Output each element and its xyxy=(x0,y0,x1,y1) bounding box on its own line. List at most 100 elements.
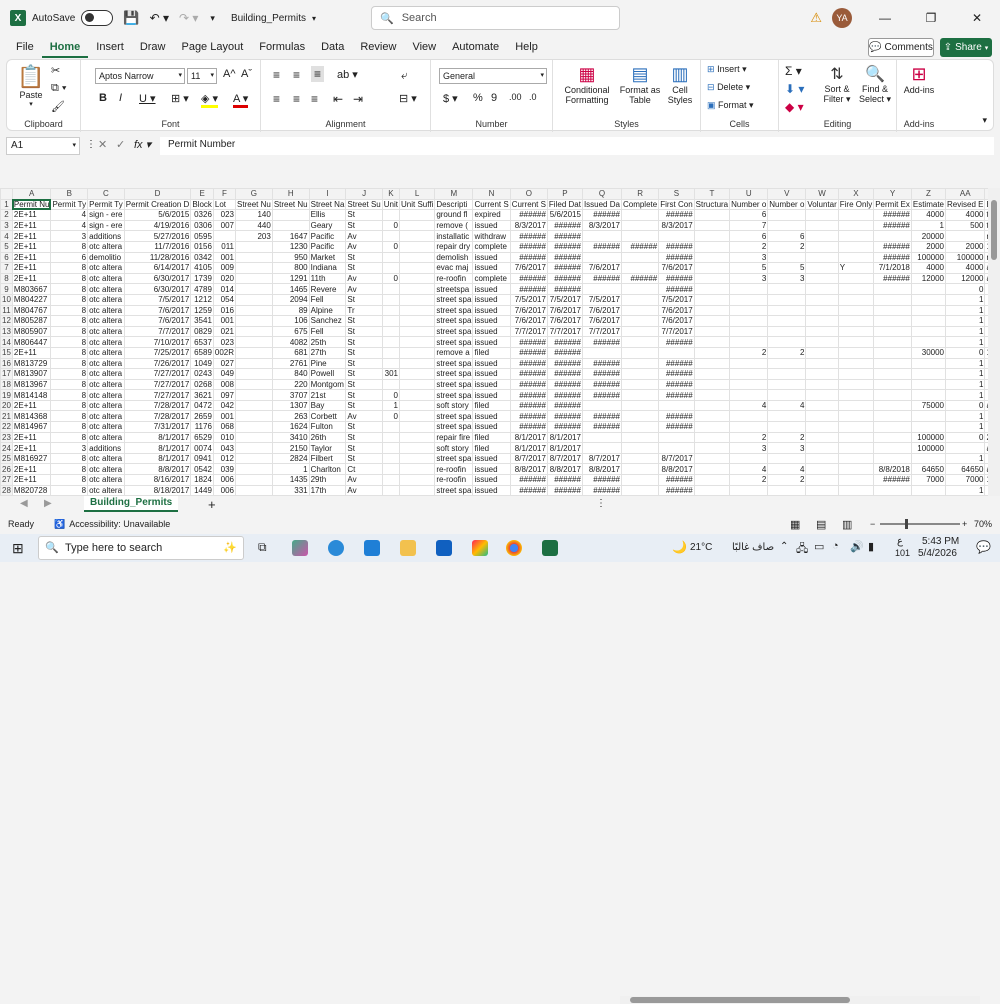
cell[interactable]: Street Nu xyxy=(272,199,309,210)
row-header[interactable]: 13 xyxy=(1,326,13,337)
cell[interactable] xyxy=(838,305,873,316)
cell[interactable] xyxy=(236,294,273,305)
cell[interactable] xyxy=(806,210,838,221)
cell[interactable] xyxy=(621,443,658,454)
cell[interactable]: 0326 xyxy=(191,210,214,221)
cell[interactable]: 64650 xyxy=(946,464,985,475)
cell[interactable] xyxy=(382,252,399,263)
cell[interactable]: 2 xyxy=(730,241,768,252)
cell[interactable]: M805907 xyxy=(12,326,51,337)
find-select-button[interactable]: 🔍 Find & Select ▾ xyxy=(857,64,893,105)
clock-time[interactable]: 5:43 PM xyxy=(922,536,959,547)
cell[interactable]: 26th xyxy=(309,432,346,443)
cell[interactable]: 2824 xyxy=(272,453,309,464)
cell[interactable]: 6/30/2017 xyxy=(124,284,191,295)
cell[interactable]: St xyxy=(346,220,382,231)
cell[interactable] xyxy=(730,485,768,496)
cell[interactable] xyxy=(400,485,435,496)
cell[interactable] xyxy=(806,263,838,274)
cell[interactable] xyxy=(806,273,838,284)
cell[interactable]: 75000 xyxy=(911,400,945,411)
cell[interactable] xyxy=(838,485,873,496)
cell[interactable]: street spa xyxy=(435,358,473,369)
cell[interactable] xyxy=(236,263,273,274)
cell[interactable]: 7/27/2017 xyxy=(124,379,191,390)
cell[interactable]: otc altera xyxy=(88,284,125,295)
cell[interactable]: Complete xyxy=(621,199,658,210)
cell[interactable]: Street Su xyxy=(346,199,382,210)
cell[interactable]: ###### xyxy=(659,337,694,348)
cell[interactable] xyxy=(838,294,873,305)
cell[interactable]: 0 xyxy=(382,273,399,284)
align-top-icon[interactable]: ≡ xyxy=(273,68,280,82)
cell[interactable] xyxy=(874,453,912,464)
cell[interactable]: Permit Nu xyxy=(12,199,51,210)
cell[interactable]: re-roofin xyxy=(435,273,473,284)
cell[interactable] xyxy=(694,390,729,401)
cell[interactable]: issued xyxy=(473,464,510,475)
cell[interactable]: Ellis xyxy=(309,210,346,221)
cell[interactable]: 0542 xyxy=(191,464,214,475)
cell[interactable]: 0268 xyxy=(191,379,214,390)
cell[interactable]: 89 xyxy=(272,305,309,316)
cell[interactable] xyxy=(838,358,873,369)
cell[interactable]: ###### xyxy=(547,422,582,433)
cell[interactable] xyxy=(382,231,399,242)
cell[interactable] xyxy=(838,453,873,464)
cell[interactable] xyxy=(400,369,435,380)
cell[interactable]: 1 xyxy=(946,411,985,422)
cell[interactable]: ###### xyxy=(582,422,621,433)
cell[interactable]: St xyxy=(346,263,382,274)
cell[interactable] xyxy=(911,337,945,348)
cell[interactable] xyxy=(272,220,309,231)
cell[interactable] xyxy=(730,453,768,464)
cell[interactable]: 8 xyxy=(51,263,88,274)
cell[interactable] xyxy=(621,316,658,327)
cell[interactable]: 8/1/2017 xyxy=(510,443,547,454)
cell[interactable]: otc altera xyxy=(88,400,125,411)
cell[interactable] xyxy=(806,347,838,358)
cell[interactable]: 8/8/2017 xyxy=(659,464,694,475)
cell[interactable]: 4 xyxy=(730,400,768,411)
cell[interactable]: ###### xyxy=(621,273,658,284)
cell[interactable]: complete xyxy=(473,273,510,284)
cell[interactable]: ###### xyxy=(582,390,621,401)
cell[interactable]: street spa xyxy=(435,379,473,390)
cell[interactable]: 8 xyxy=(51,485,88,496)
column-header[interactable]: N xyxy=(473,189,510,200)
cell[interactable]: otc altera xyxy=(88,475,125,486)
cell[interactable] xyxy=(694,252,729,263)
cell[interactable]: 3 xyxy=(51,443,88,454)
cell[interactable]: 3 xyxy=(730,273,768,284)
row-header[interactable]: 9 xyxy=(1,284,13,295)
zoom-out-icon[interactable]: − xyxy=(870,519,875,529)
cell[interactable]: 0 xyxy=(382,390,399,401)
cell[interactable]: issued xyxy=(473,220,510,231)
cell[interactable] xyxy=(874,400,912,411)
cell[interactable]: otc altera xyxy=(88,464,125,475)
cell[interactable] xyxy=(806,464,838,475)
cell[interactable]: street spa xyxy=(435,411,473,422)
cell[interactable]: ###### xyxy=(582,369,621,380)
cell[interactable] xyxy=(806,390,838,401)
cell[interactable]: filed xyxy=(473,400,510,411)
cell[interactable]: 009 xyxy=(213,263,235,274)
cell[interactable] xyxy=(838,475,873,486)
cell[interactable]: 800 xyxy=(272,263,309,274)
cell[interactable] xyxy=(911,453,945,464)
cell[interactable] xyxy=(621,220,658,231)
cell[interactable]: 1212 xyxy=(191,294,214,305)
cell[interactable]: otc altera xyxy=(88,337,125,348)
cell[interactable]: 1 xyxy=(911,220,945,231)
cell[interactable]: St xyxy=(346,347,382,358)
cell[interactable] xyxy=(694,337,729,348)
cell[interactable] xyxy=(236,464,273,475)
cell[interactable]: 100000 xyxy=(911,432,945,443)
prev-sheet-icon[interactable]: ◀ xyxy=(20,498,28,509)
cell[interactable]: 5 xyxy=(768,263,806,274)
cell[interactable] xyxy=(621,400,658,411)
row-header[interactable]: 27 xyxy=(1,475,13,486)
cell[interactable]: 1 xyxy=(946,485,985,496)
cell[interactable]: St xyxy=(346,379,382,390)
cell[interactable]: 039 xyxy=(213,464,235,475)
